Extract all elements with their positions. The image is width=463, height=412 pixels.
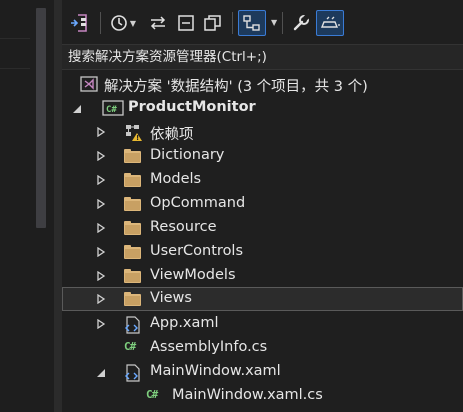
folder-icon	[124, 291, 142, 307]
tree-row-folder[interactable]: Models	[62, 168, 463, 192]
tree-item-label: Models	[150, 171, 202, 187]
solution-tree: 解决方案 '数据结构' (3 个项目，共 3 个) C# ProductMoni…	[62, 70, 463, 412]
expanded-arrow-icon[interactable]	[96, 368, 106, 378]
collapsed-arrow-icon[interactable]	[96, 294, 106, 304]
properties-button[interactable]	[288, 10, 314, 36]
tree-row-folder[interactable]: ViewModels	[62, 264, 463, 288]
folder-icon	[124, 268, 142, 284]
collapsed-arrow-icon[interactable]	[96, 319, 106, 329]
tree-row-folder-selected[interactable]: Views	[62, 287, 463, 311]
collapsed-arrow-icon[interactable]	[96, 247, 106, 257]
tree-item-label: AssemblyInfo.cs	[150, 339, 268, 355]
sync-arrows-icon	[150, 16, 166, 30]
xaml-file-icon	[124, 316, 142, 334]
collapse-all-button[interactable]	[174, 10, 198, 36]
tree-item-label: 依赖项	[150, 127, 194, 143]
editor-area	[0, 0, 54, 412]
folder-icon	[124, 172, 142, 188]
tree-row-dependencies[interactable]: ! 依赖项	[62, 120, 463, 144]
xaml-file-icon	[124, 364, 142, 382]
collapsed-arrow-icon[interactable]	[96, 151, 106, 161]
pending-changes-filter-button[interactable]: ▼	[106, 10, 140, 36]
search-input[interactable]	[68, 48, 457, 66]
chevron-down-icon: ▼	[129, 18, 137, 28]
tree-item-label: Resource	[150, 219, 217, 235]
tree-row-file[interactable]: C# MainWindow.xaml.cs	[62, 384, 463, 408]
preview-selected-items-icon	[320, 16, 340, 28]
tree-row-folder[interactable]: UserControls	[62, 240, 463, 264]
tree-row-folder[interactable]: Dictionary	[62, 144, 463, 168]
tree-row-file[interactable]: MainWindow.xaml	[62, 360, 463, 384]
sync-with-active-document-button[interactable]	[66, 10, 94, 36]
svg-text:!: !	[136, 134, 139, 142]
tree-item-label: App.xaml	[150, 315, 219, 331]
properties-wrench-icon	[293, 14, 310, 31]
tree-item-label: MainWindow.xaml.cs	[172, 387, 323, 403]
tree-item-label: Views	[150, 290, 192, 306]
tree-item-label: UserControls	[150, 243, 244, 259]
dependencies-icon: !	[124, 124, 142, 142]
preview-selected-items-button[interactable]	[316, 10, 344, 36]
pending-changes-filter-icon	[111, 15, 127, 31]
search-bar	[62, 44, 463, 70]
tree-item-label: MainWindow.xaml	[150, 363, 281, 379]
csharp-project-icon: C#	[102, 100, 124, 116]
project-label: ProductMonitor	[128, 99, 256, 115]
svg-text:C#: C#	[106, 105, 117, 115]
solution-explorer: ▼ ▼ 搜索解决方案资源管理器(Ctrl+;) 解决方案 '数据结构' (3 个…	[62, 0, 463, 412]
solution-icon	[80, 76, 98, 92]
tree-row-file[interactable]: C# AssemblyInfo.cs	[62, 336, 463, 360]
tree-item-label: ViewModels	[150, 267, 236, 283]
tree-row-file[interactable]: App.xaml	[62, 312, 463, 336]
sync-with-active-document-icon	[71, 14, 87, 32]
collapsed-arrow-icon[interactable]	[96, 271, 106, 281]
show-all-files-button[interactable]	[200, 10, 226, 36]
folder-icon	[124, 220, 142, 236]
switch-views-icon	[243, 15, 260, 31]
tree-row-folder[interactable]: Resource	[62, 216, 463, 240]
collapsed-arrow-icon[interactable]	[96, 223, 106, 233]
folder-icon	[124, 148, 142, 164]
collapsed-arrow-icon[interactable]	[96, 199, 106, 209]
tree-row-project[interactable]: C# ProductMonitor	[62, 96, 463, 120]
tree-row-folder[interactable]: OpCommand	[62, 192, 463, 216]
switch-views-button[interactable]	[238, 10, 266, 36]
tree-row-solution[interactable]: 解决方案 '数据结构' (3 个项目，共 3 个)	[62, 72, 463, 96]
pane-splitter[interactable]	[54, 0, 62, 412]
expanded-arrow-icon[interactable]	[72, 104, 82, 114]
toolbar-separator	[282, 12, 283, 34]
tree-item-label: OpCommand	[150, 195, 246, 211]
csharp-file-icon: C#	[146, 388, 158, 401]
editor-divider-line	[0, 38, 30, 39]
folder-icon	[124, 244, 142, 260]
solution-explorer-toolbar: ▼ ▼	[62, 0, 463, 44]
sync-button[interactable]	[146, 10, 170, 36]
chevron-down-icon[interactable]: ▼	[271, 18, 277, 27]
folder-icon	[124, 196, 142, 212]
toolbar-separator	[100, 12, 101, 34]
toolbar-separator	[232, 12, 233, 34]
show-all-files-icon	[204, 15, 221, 31]
collapsed-arrow-icon[interactable]	[96, 175, 106, 185]
editor-divider-line	[0, 68, 30, 69]
tree-item-label: Dictionary	[150, 147, 225, 163]
csharp-file-icon: C#	[124, 340, 136, 353]
collapse-all-icon	[178, 15, 194, 31]
collapsed-arrow-icon[interactable]	[96, 127, 106, 137]
editor-scrollbar[interactable]	[36, 8, 46, 228]
solution-label: 解决方案 '数据结构' (3 个项目，共 3 个)	[104, 79, 368, 95]
